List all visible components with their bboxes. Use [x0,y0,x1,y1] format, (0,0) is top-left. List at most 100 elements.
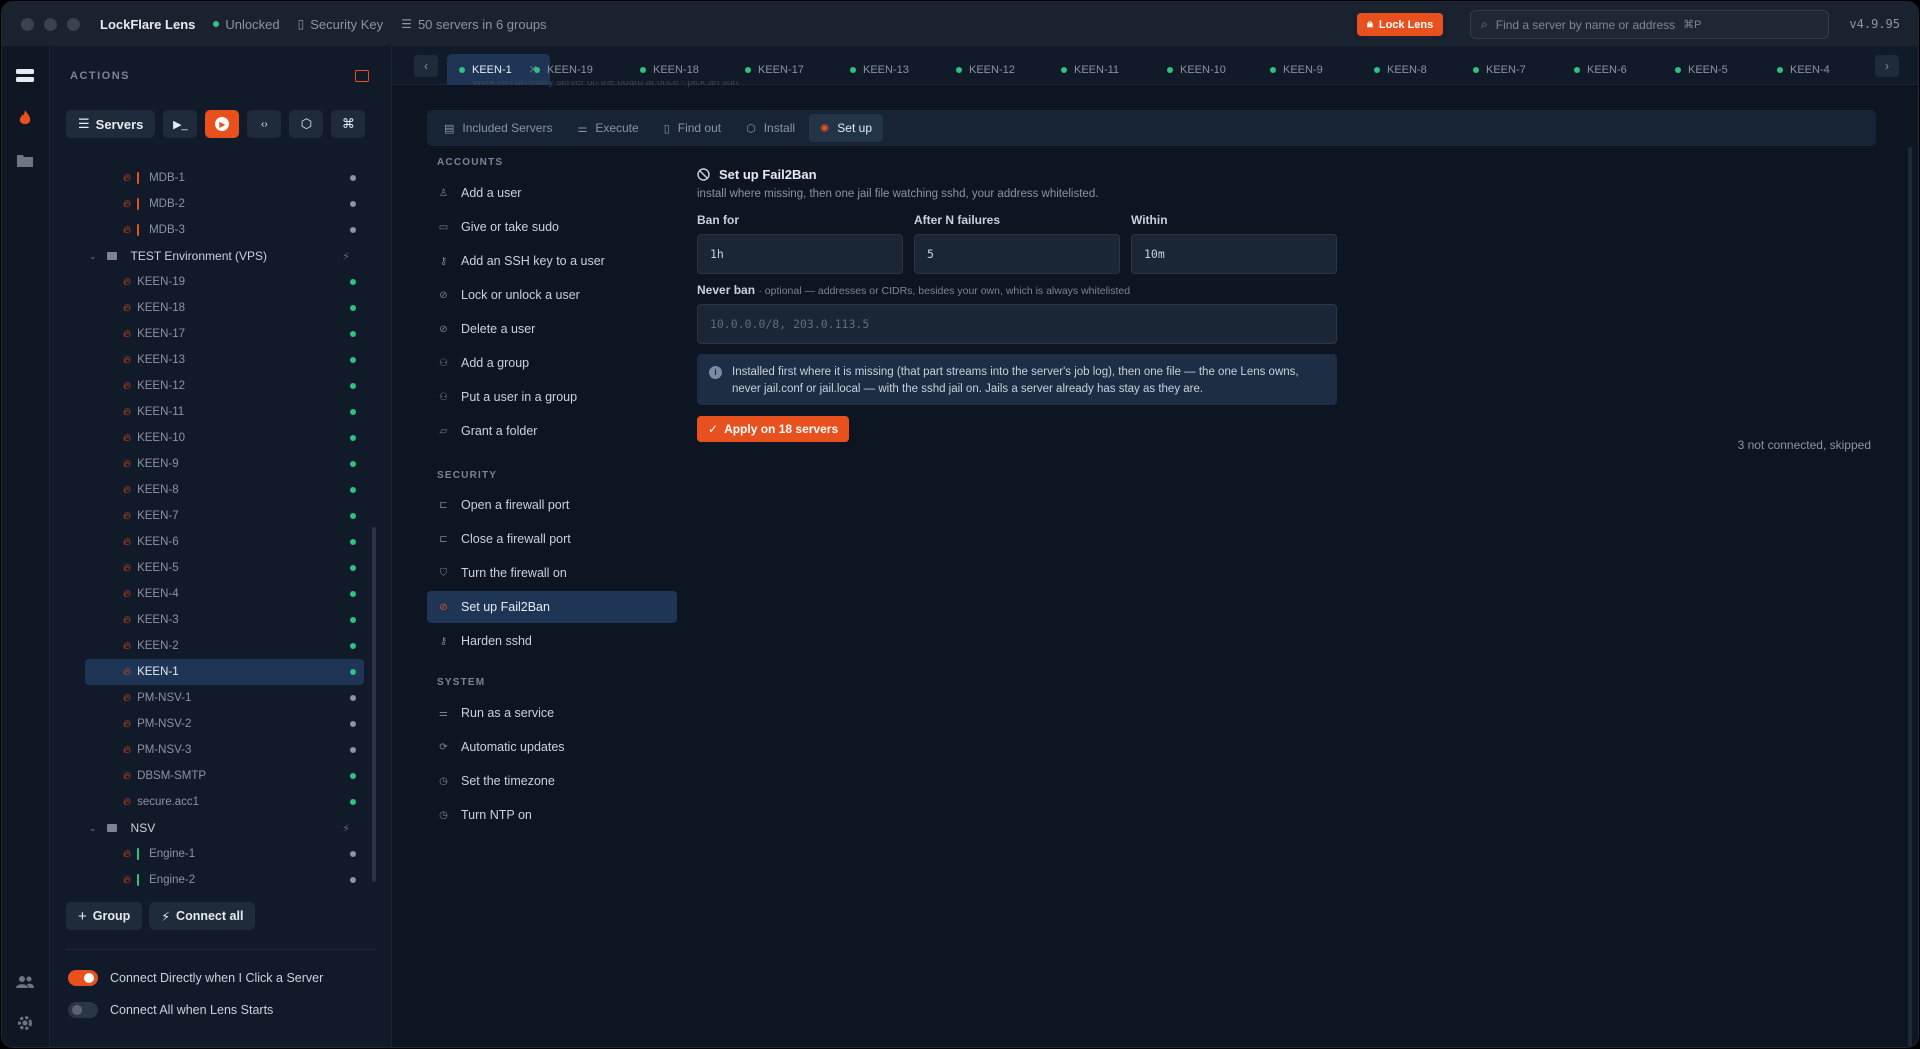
category-tab[interactable]: ⬡ Install [735,114,806,142]
users-rail-icon[interactable] [13,970,37,994]
server-row[interactable]: 🔥︎ MDB-2 [85,191,364,217]
server-tab[interactable]: KEEN-17 [733,54,816,85]
action-item[interactable]: ◷ Set the timezone [427,765,677,797]
ban-for-input[interactable]: 1h [697,234,903,274]
server-row[interactable]: 🔥︎ KEEN-8 [85,477,364,503]
connect-all-button[interactable]: ⚡︎ Connect all [149,902,256,930]
server-row[interactable]: 🔥︎ Engine-2 [85,867,364,893]
collapse-sidebar-icon[interactable] [355,70,369,82]
minimize-window-button[interactable] [44,17,57,31]
within-input[interactable]: 10m [1131,234,1337,274]
check-all-icon: ✓ [708,422,719,436]
server-row[interactable]: 🔥︎ KEEN-19 [85,269,364,295]
servers-view-button[interactable]: ☰ Servers [66,110,156,138]
server-row[interactable]: 🔥︎ DBSM-SMTP [85,763,364,789]
action-item[interactable]: ◷ Turn NTP on [427,799,677,831]
action-item[interactable]: ▱ Grant a folder [427,415,677,447]
group-row[interactable]: ⌄ NSV ⚡︎ [85,815,364,841]
server-tab[interactable]: KEEN-13 [838,54,921,85]
settings-gear-icon[interactable] [13,1011,37,1035]
add-group-button[interactable]: + Group [66,902,143,930]
run-actions-button[interactable]: ▶ [205,110,240,138]
category-tab[interactable]: ▤ Included Servers [433,114,563,142]
server-tab[interactable]: KEEN-4 [1765,54,1842,85]
sidebar-scrollbar[interactable] [372,527,376,882]
server-row[interactable]: 🔥︎ KEEN-5 [85,555,364,581]
server-name: KEEN-18 [137,302,186,314]
server-tab[interactable]: KEEN-5 [1663,54,1740,85]
server-row[interactable]: 🔥︎ KEEN-17 [85,321,364,347]
server-row[interactable]: 🔥︎ KEEN-7 [85,503,364,529]
action-item[interactable]: ⚇ Put a user in a group [427,381,677,413]
server-row[interactable]: 🔥︎ KEEN-4 [85,581,364,607]
action-item[interactable]: ⚷ Harden sshd [427,625,677,657]
action-item[interactable]: ⊘ Delete a user [427,313,677,345]
tabs-next-button[interactable]: › [1875,55,1899,77]
server-row[interactable]: 🔥︎ KEEN-13 [85,347,364,373]
category-tab[interactable]: ⚌ Execute [566,114,649,142]
server-row[interactable]: 🔥︎ KEEN-3 [85,607,364,633]
never-ban-input[interactable]: 10.0.0.0/8, 203.0.113.5 [697,304,1337,344]
action-item[interactable]: ⚷ Add an SSH key to a user [427,245,677,277]
folder-rail-icon[interactable] [13,148,37,172]
chevron-down-icon[interactable]: ⌄ [89,823,97,834]
packages-view-button[interactable]: ⬡ [289,110,324,138]
after-n-failures-input[interactable]: 5 [914,234,1120,274]
server-row[interactable]: 🔥︎ PM-NSV-3 [85,737,364,763]
server-row[interactable]: 🔥︎ MDB-3 [85,217,364,243]
server-tab[interactable]: KEEN-12 [944,54,1027,85]
category-tab[interactable]: ✺ Set up [809,114,883,142]
lock-lens-button[interactable]: 🔒︎ Lock Lens [1357,13,1444,36]
server-row[interactable]: 🔥︎ Engine-1 [85,841,364,867]
server-row[interactable]: 🔥︎ PM-NSV-2 [85,711,364,737]
bolt-icon[interactable]: ⚡︎ [342,250,350,263]
maximize-window-button[interactable] [67,17,80,31]
servers-rail-icon[interactable] [13,64,37,88]
action-item[interactable]: ⟳ Automatic updates [427,731,677,763]
category-tab[interactable]: ▯ Find out [653,114,732,142]
action-item[interactable]: ⚇ Add a group [427,347,677,379]
server-row[interactable]: 🔥︎ KEEN-6 [85,529,364,555]
action-item[interactable]: ▭ Give or take sudo [427,211,677,243]
chevron-down-icon[interactable]: ⌄ [89,251,97,262]
connect-directly-toggle[interactable] [68,970,98,986]
server-tab[interactable]: KEEN-11 [1049,54,1131,85]
flame-rail-icon[interactable] [13,106,37,130]
server-row[interactable]: 🔥︎ KEEN-11 [85,399,364,425]
code-view-button[interactable]: ‹› [247,110,282,138]
scrolled-description: Work run on every server on the board at… [472,81,739,88]
server-row[interactable]: 🔥︎ KEEN-10 [85,425,364,451]
server-search-input[interactable]: ⌕ Find a server by name or address ⌘P [1470,10,1829,39]
action-item[interactable]: ⛉ Turn the firewall on [427,557,677,589]
server-row[interactable]: 🔥︎ KEEN-2 [85,633,364,659]
server-row[interactable]: 🔥︎ KEEN-18 [85,295,364,321]
action-item[interactable]: ⊏ Close a firewall port [427,523,677,555]
action-item[interactable]: ⊘ Set up Fail2Ban [427,591,677,623]
server-row[interactable]: 🔥︎ KEEN-9 [85,451,364,477]
bolt-icon[interactable]: ⚡︎ [342,822,350,835]
server-row[interactable]: 🔥︎ KEEN-12 [85,373,364,399]
connect-all-start-toggle[interactable] [68,1002,98,1018]
main-scrollbar[interactable] [1908,147,1912,1047]
server-tab[interactable]: KEEN-7 [1461,54,1538,85]
close-window-button[interactable] [21,17,34,31]
action-item[interactable]: ⚌ Run as a service [427,697,677,729]
server-tab[interactable]: KEEN-9 [1258,54,1335,85]
server-tab[interactable]: KEEN-8 [1362,54,1439,85]
tabs-prev-button[interactable]: ‹ [414,55,438,77]
group-row[interactable]: ⌄ TEST Environment (VPS) ⚡︎ [85,243,364,269]
server-row[interactable]: 🔥︎ MDB-1 [85,165,364,191]
terminal-view-button[interactable]: ▶_ [163,110,198,138]
apply-button[interactable]: ✓ Apply on 18 servers [697,416,850,442]
group-icon [106,252,117,260]
topology-view-button[interactable]: ⌘ [331,110,366,138]
security-key-indicator[interactable]: ▯ Security Key [298,17,384,32]
server-tab[interactable]: KEEN-10 [1155,54,1238,85]
server-tab[interactable]: KEEN-6 [1562,54,1639,85]
action-item[interactable]: ♙ Add a user [427,177,677,209]
server-row[interactable]: 🔥︎ secure.acc1 [85,789,364,815]
action-item[interactable]: ⊘ Lock or unlock a user [427,279,677,311]
server-row[interactable]: 🔥︎ KEEN-1 [85,659,364,685]
server-row[interactable]: 🔥︎ PM-NSV-1 [85,685,364,711]
action-item[interactable]: ⊏ Open a firewall port [427,489,677,521]
